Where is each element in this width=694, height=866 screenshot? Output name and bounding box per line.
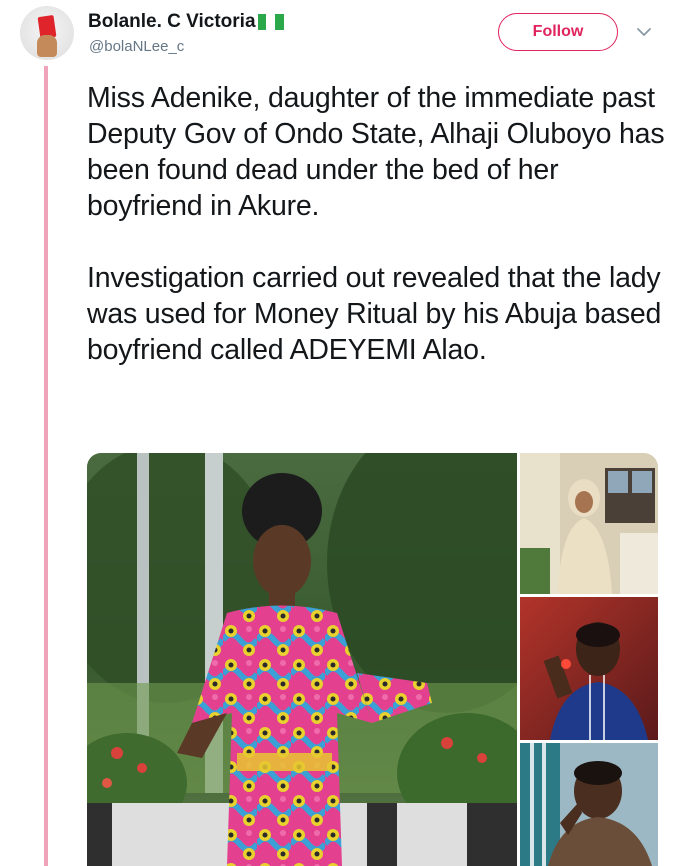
tweet-paragraph-1: Miss Adenike, daughter of the immediate … (87, 82, 665, 222)
tweet-paragraph-2: Investigation carried out revealed that … (87, 262, 662, 366)
tweet-text: Miss Adenike, daughter of the immediate … (87, 80, 677, 368)
tweet-card: Bolanle. C Victoria @bolaNLee_c Follow M… (0, 0, 694, 866)
nigeria-flag-icon (257, 14, 284, 30)
hand-icon (37, 35, 57, 57)
display-name: Bolanle. C Victoria (88, 11, 256, 32)
user-name[interactable]: Bolanle. C Victoria (88, 11, 284, 33)
media-grid (87, 453, 658, 866)
follow-button[interactable]: Follow (498, 13, 618, 51)
avatar[interactable] (20, 6, 74, 60)
media-photo-main[interactable] (87, 453, 517, 866)
media-photo-4[interactable] (520, 743, 658, 866)
media-photo-2[interactable] (520, 453, 658, 594)
thread-line (44, 66, 48, 866)
media-photo-3[interactable] (520, 597, 658, 740)
user-handle[interactable]: @bolaNLee_c (89, 38, 184, 55)
chevron-down-icon[interactable] (636, 24, 652, 40)
